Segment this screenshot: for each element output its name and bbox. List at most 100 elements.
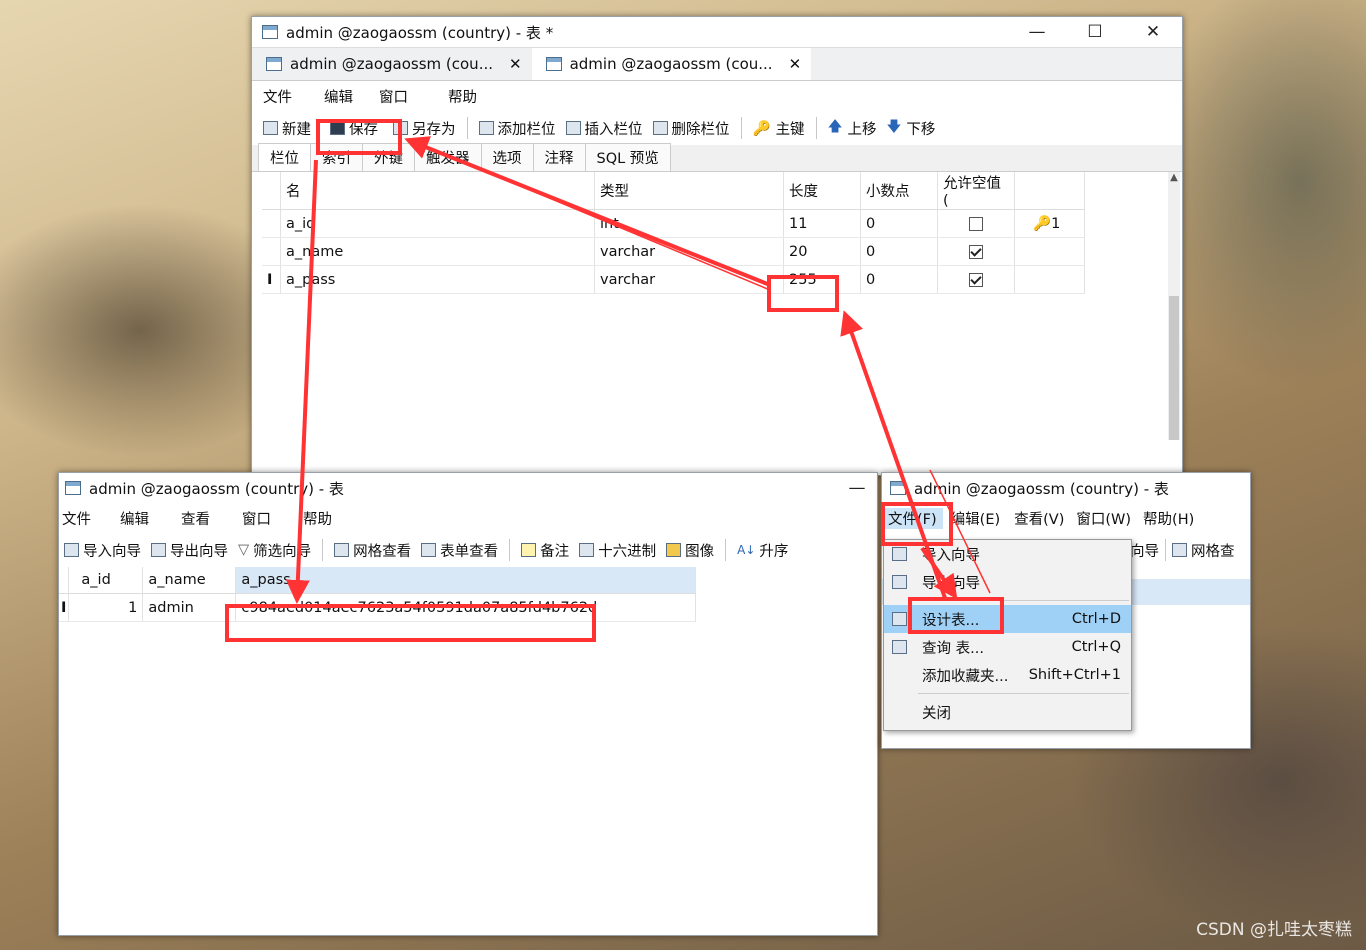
- new-button[interactable]: 新建: [258, 114, 316, 142]
- grid-icon: [1172, 543, 1187, 557]
- field-name-cell[interactable]: a_id: [280, 209, 595, 238]
- nullable-checkbox[interactable]: [969, 244, 983, 259]
- field-length-cell[interactable]: 20: [783, 237, 861, 266]
- sort-ascending-button[interactable]: A↓ 升序: [732, 536, 793, 564]
- menu-item-add-favorite[interactable]: 添加收藏夹... Shift+Ctrl+1: [884, 661, 1131, 689]
- maximize-button[interactable]: ☐: [1066, 22, 1124, 42]
- primary-key-button[interactable]: 🔑 主键: [748, 114, 810, 142]
- row-selector[interactable]: I: [59, 593, 70, 622]
- minimize-button[interactable]: —: [1008, 22, 1066, 42]
- table-row[interactable]: I a_pass varchar 255 0: [262, 265, 1085, 294]
- close-tab-icon[interactable]: ✕: [789, 55, 802, 73]
- move-down-button[interactable]: 🡇 下移: [881, 114, 940, 142]
- close-button[interactable]: ✕: [1124, 22, 1182, 42]
- table-row[interactable]: a_name varchar 20 0: [262, 237, 1085, 266]
- window-title: admin @zaogaossm (country) - 表: [914, 479, 1169, 498]
- add-field-button[interactable]: 添加栏位: [474, 114, 561, 142]
- tab-options[interactable]: 选项: [480, 143, 534, 171]
- move-up-label: 上移: [847, 121, 877, 138]
- menu-file[interactable]: 文件: [59, 508, 106, 529]
- menu-window[interactable]: 窗口: [367, 86, 422, 107]
- menu-view[interactable]: 查看: [167, 508, 228, 529]
- menu-help[interactable]: 帮助(H): [1137, 508, 1200, 529]
- menu-help[interactable]: 帮助: [289, 508, 346, 529]
- table-icon: [262, 25, 278, 39]
- toolbar-divider: [509, 539, 511, 561]
- col-length-header: 长度: [783, 172, 861, 210]
- key-order: 1: [1051, 216, 1061, 232]
- delete-field-button[interactable]: 删除栏位: [648, 114, 735, 142]
- vertical-scrollbar[interactable]: ▲: [1168, 172, 1180, 440]
- close-tab-icon[interactable]: ✕: [509, 55, 522, 73]
- field-name-cell[interactable]: a_pass: [280, 265, 595, 294]
- add-field-label: 添加栏位: [497, 121, 556, 138]
- field-length-cell[interactable]: 11: [783, 209, 861, 238]
- menu-edit[interactable]: 编辑: [306, 86, 367, 107]
- toolbar-divider: [725, 539, 727, 561]
- key-icon: 🔑: [752, 120, 771, 137]
- form-view-label: 表单查看: [440, 543, 499, 560]
- nullable-checkbox[interactable]: [969, 216, 983, 231]
- table-header: 名 类型 长度 小数点 允许空值 (: [262, 172, 1085, 210]
- export-wizard-button[interactable]: 导出向导: [146, 536, 233, 564]
- toolbar-partial-grid[interactable]: 网格查: [1191, 540, 1235, 561]
- insert-field-button[interactable]: 插入栏位: [561, 114, 648, 142]
- import-wizard-button[interactable]: 导入向导: [59, 536, 146, 564]
- sort-label: 升序: [759, 543, 789, 560]
- data-window: admin @zaogaossm (country) - 表 — 文件 编辑 查…: [58, 472, 878, 936]
- key-cell: [1014, 237, 1085, 266]
- minimize-button[interactable]: —: [837, 478, 877, 498]
- memo-button[interactable]: 备注: [516, 536, 574, 564]
- a-name-cell[interactable]: admin: [142, 593, 237, 622]
- nullable-cell[interactable]: [937, 237, 1015, 266]
- menu-item-label: 导出向导: [922, 575, 980, 592]
- menu-item-shortcut: Ctrl+Q: [1071, 639, 1121, 655]
- doc-tab-1[interactable]: admin @zaogaossm (cou... ✕: [252, 48, 532, 80]
- toolbar-partial-wizard[interactable]: 向导: [1130, 540, 1159, 561]
- grid-view-button[interactable]: 网格查看: [329, 536, 416, 564]
- field-name-cell[interactable]: a_name: [280, 237, 595, 266]
- hex-button[interactable]: 十六进制: [574, 536, 661, 564]
- toolbar-divider: [466, 117, 468, 139]
- menu-window[interactable]: 窗口(W): [1070, 508, 1137, 529]
- menu-edit[interactable]: 编辑: [106, 508, 167, 529]
- menu-view[interactable]: 查看(V): [1008, 508, 1070, 529]
- export-label: 导出向导: [170, 543, 228, 560]
- field-type-cell[interactable]: int: [594, 209, 784, 238]
- nullable-cell[interactable]: [937, 265, 1015, 294]
- nullable-cell[interactable]: [937, 209, 1015, 238]
- col-type-header: 类型: [594, 172, 784, 210]
- field-decimals-cell[interactable]: 0: [860, 265, 938, 294]
- tab-fields[interactable]: 栏位: [258, 143, 311, 171]
- field-decimals-cell[interactable]: 0: [860, 209, 938, 238]
- image-button[interactable]: 图像: [661, 536, 719, 564]
- scrollbar-up-icon[interactable]: ▲: [1168, 172, 1180, 183]
- field-type-cell[interactable]: varchar: [594, 237, 784, 266]
- row-selector[interactable]: [262, 209, 281, 238]
- filter-wizard-button[interactable]: ▽ 筛选向导: [233, 536, 316, 564]
- sort-ascending-icon: A↓: [737, 543, 756, 557]
- table-row[interactable]: a_id int 11 0 🔑1: [262, 209, 1085, 238]
- form-view-button[interactable]: 表单查看: [416, 536, 503, 564]
- row-selector[interactable]: I: [262, 265, 281, 294]
- menu-item-export-wizard[interactable]: 导出向导: [884, 568, 1131, 596]
- tab-comments[interactable]: 注释: [532, 143, 586, 171]
- menu-item-close[interactable]: 关闭: [884, 698, 1131, 726]
- nullable-checkbox[interactable]: [969, 272, 983, 287]
- field-decimals-cell[interactable]: 0: [860, 237, 938, 266]
- menu-divider: [918, 693, 1129, 694]
- menu-item-query-table[interactable]: 查询 表... Ctrl+Q: [884, 633, 1131, 661]
- doc-tab-2[interactable]: admin @zaogaossm (cou... ✕: [531, 48, 812, 80]
- menu-help[interactable]: 帮助: [422, 86, 491, 107]
- tab-sql-preview[interactable]: SQL 预览: [584, 143, 671, 171]
- row-selector[interactable]: [262, 237, 281, 266]
- menu-window[interactable]: 窗口: [228, 508, 289, 529]
- field-type-cell[interactable]: varchar: [594, 265, 784, 294]
- menu-file[interactable]: 文件: [252, 86, 306, 107]
- arrow-down-icon: 🡇: [886, 118, 902, 135]
- move-up-button[interactable]: 🡅 上移: [823, 114, 882, 142]
- tab-triggers[interactable]: 触发器: [414, 143, 482, 171]
- scrollbar-thumb[interactable]: [1169, 296, 1179, 440]
- a-id-cell[interactable]: 1: [68, 593, 144, 622]
- menu-item-label: 添加收藏夹...: [922, 668, 1009, 685]
